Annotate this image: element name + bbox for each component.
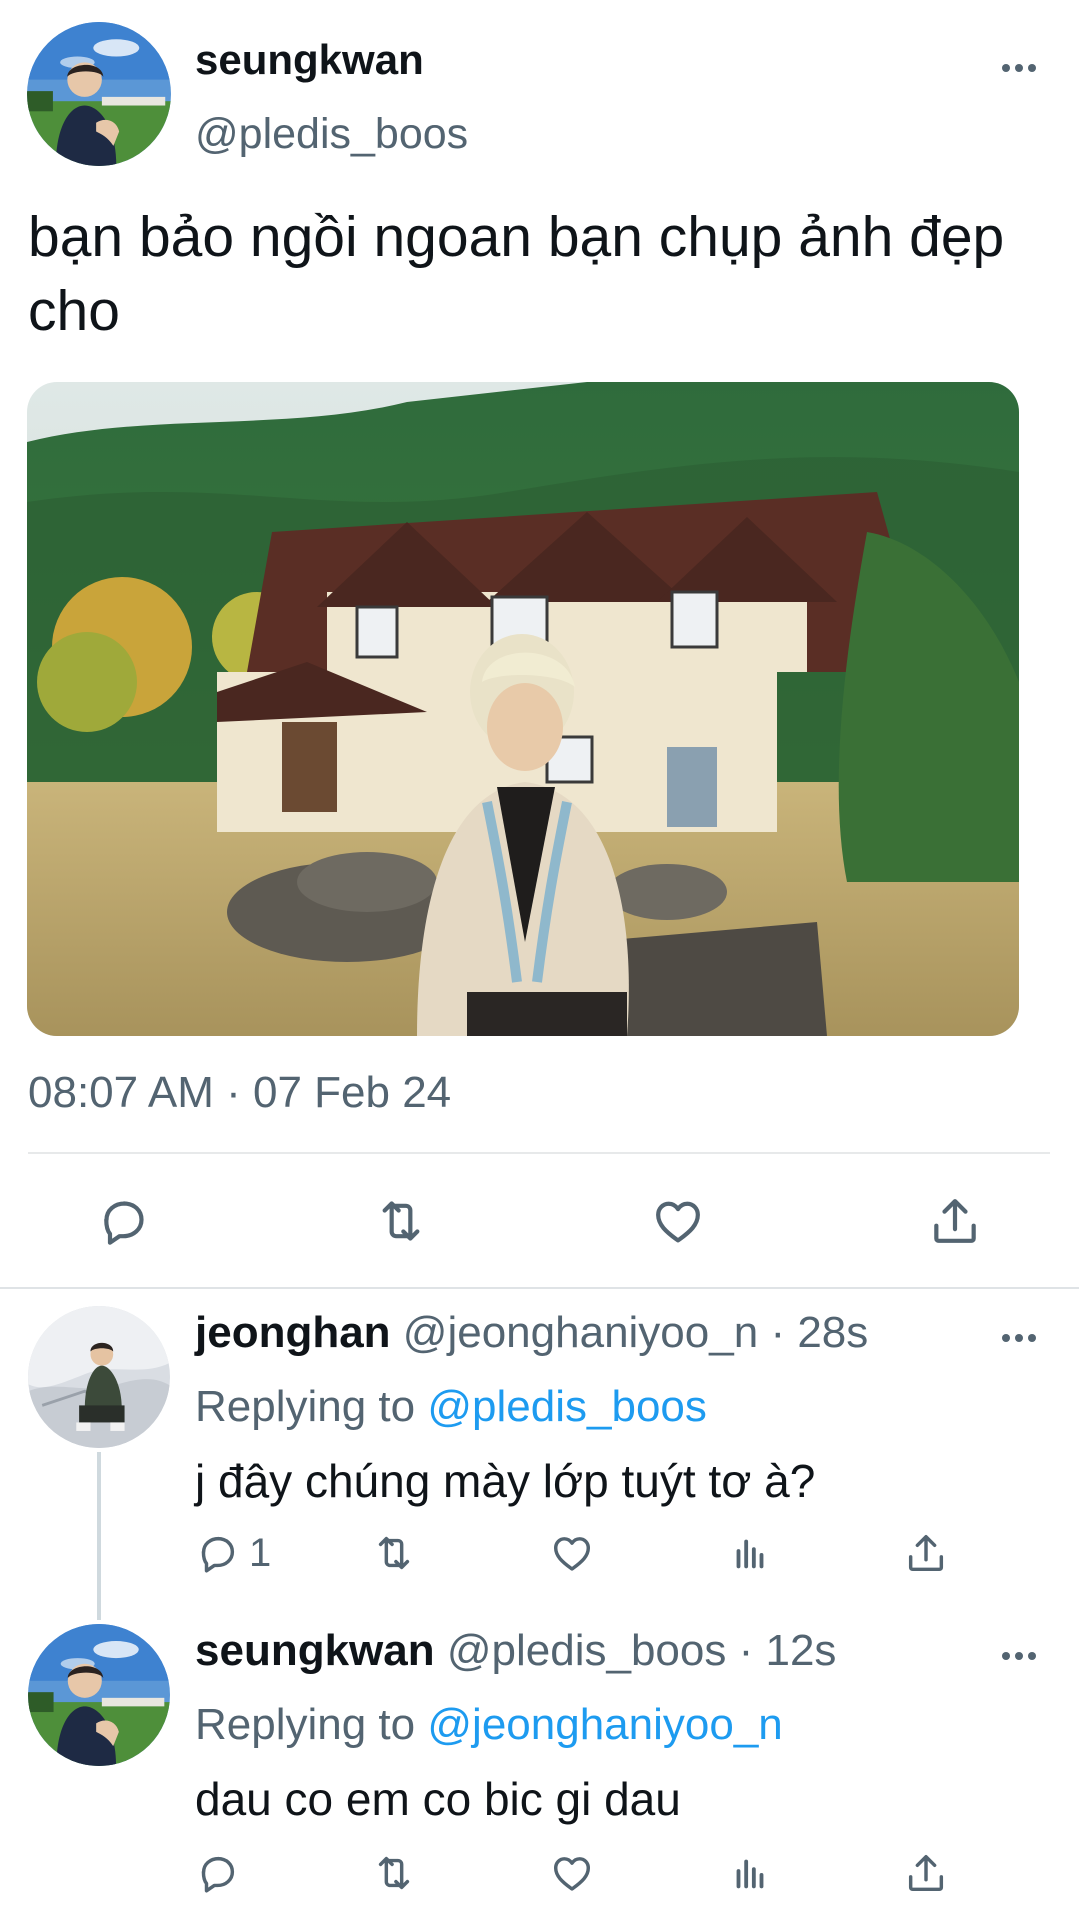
reply-header: seungkwan @pledis_boos · 12s (195, 1626, 836, 1676)
replying-to-link[interactable]: @jeonghaniyoo_n (427, 1700, 782, 1749)
reply-count: 1 (249, 1530, 272, 1575)
author-display-name[interactable]: jeonghan (195, 1308, 391, 1357)
tweet-photo[interactable] (27, 382, 1019, 1036)
reply-button[interactable] (96, 1193, 152, 1249)
more-icon[interactable] (1000, 62, 1040, 74)
reply-icon (96, 1193, 152, 1249)
reply-text: j đây chúng mày lớp tuýt tơ à? (195, 1455, 816, 1507)
analytics-button[interactable] (727, 1530, 773, 1576)
like-icon (549, 1850, 595, 1896)
analytics-icon (727, 1850, 773, 1896)
author-handle[interactable]: @jeonghaniyoo_n (403, 1308, 758, 1357)
reply-button[interactable]: 1 (195, 1530, 271, 1576)
share-icon (927, 1193, 983, 1249)
tweet-detail-screen: seungkwan @pledis_boos bạn bảo ngồi ngoa… (0, 0, 1079, 1920)
reply-tweet[interactable]: jeonghan @jeonghaniyoo_n · 28s Replying … (0, 1306, 1079, 1606)
author-handle[interactable]: @pledis_boos (447, 1626, 727, 1675)
retweet-button[interactable] (373, 1193, 429, 1249)
reply-icon (195, 1850, 241, 1896)
avatar[interactable] (27, 22, 171, 166)
reply-time: · 12s (738, 1626, 837, 1675)
replying-label: Replying to (195, 1700, 416, 1749)
divider (0, 1287, 1079, 1289)
retweet-icon (371, 1530, 417, 1576)
main-tweet: seungkwan @pledis_boos bạn bảo ngồi ngoa… (0, 0, 1079, 1290)
like-button[interactable] (549, 1850, 595, 1896)
retweet-button[interactable] (371, 1850, 417, 1896)
reply-icon (195, 1530, 241, 1576)
reply-text: dau co em co bic gi dau (195, 1773, 681, 1825)
like-button[interactable] (650, 1193, 706, 1249)
share-icon (903, 1530, 949, 1576)
more-icon[interactable] (1000, 1650, 1040, 1662)
tweet-timestamp[interactable]: 08:07 AM · 07 Feb 24 (28, 1068, 451, 1118)
author-handle[interactable]: @pledis_boos (195, 110, 468, 159)
replying-to: Replying to @jeonghaniyoo_n (195, 1700, 783, 1750)
retweet-button[interactable] (371, 1530, 417, 1576)
more-icon[interactable] (1000, 1332, 1040, 1344)
reply-tweet[interactable]: seungkwan @pledis_boos · 12s Replying to… (0, 1624, 1079, 1914)
replying-label: Replying to (195, 1382, 416, 1431)
divider (28, 1152, 1050, 1154)
replying-to-link[interactable]: @pledis_boos (427, 1382, 707, 1431)
like-icon (549, 1530, 595, 1576)
share-button[interactable] (903, 1530, 949, 1576)
avatar[interactable] (28, 1624, 170, 1766)
tweet-text: bạn bảo ngồi ngoan bạn chụp ảnh đẹp cho (28, 205, 1005, 343)
reply-button[interactable] (195, 1850, 241, 1896)
author-display-name[interactable]: seungkwan (195, 1626, 435, 1675)
avatar[interactable] (28, 1306, 170, 1448)
share-button[interactable] (903, 1850, 949, 1896)
share-button[interactable] (927, 1193, 983, 1249)
analytics-icon (727, 1530, 773, 1576)
retweet-icon (371, 1850, 417, 1896)
share-icon (903, 1850, 949, 1896)
analytics-button[interactable] (727, 1850, 773, 1896)
retweet-icon (373, 1193, 429, 1249)
like-icon (650, 1193, 706, 1249)
author-display-name[interactable]: seungkwan (195, 36, 424, 84)
reply-time: · 28s (770, 1308, 869, 1357)
reply-header: jeonghan @jeonghaniyoo_n · 28s (195, 1308, 868, 1358)
like-button[interactable] (549, 1530, 595, 1576)
replying-to: Replying to @pledis_boos (195, 1382, 707, 1432)
